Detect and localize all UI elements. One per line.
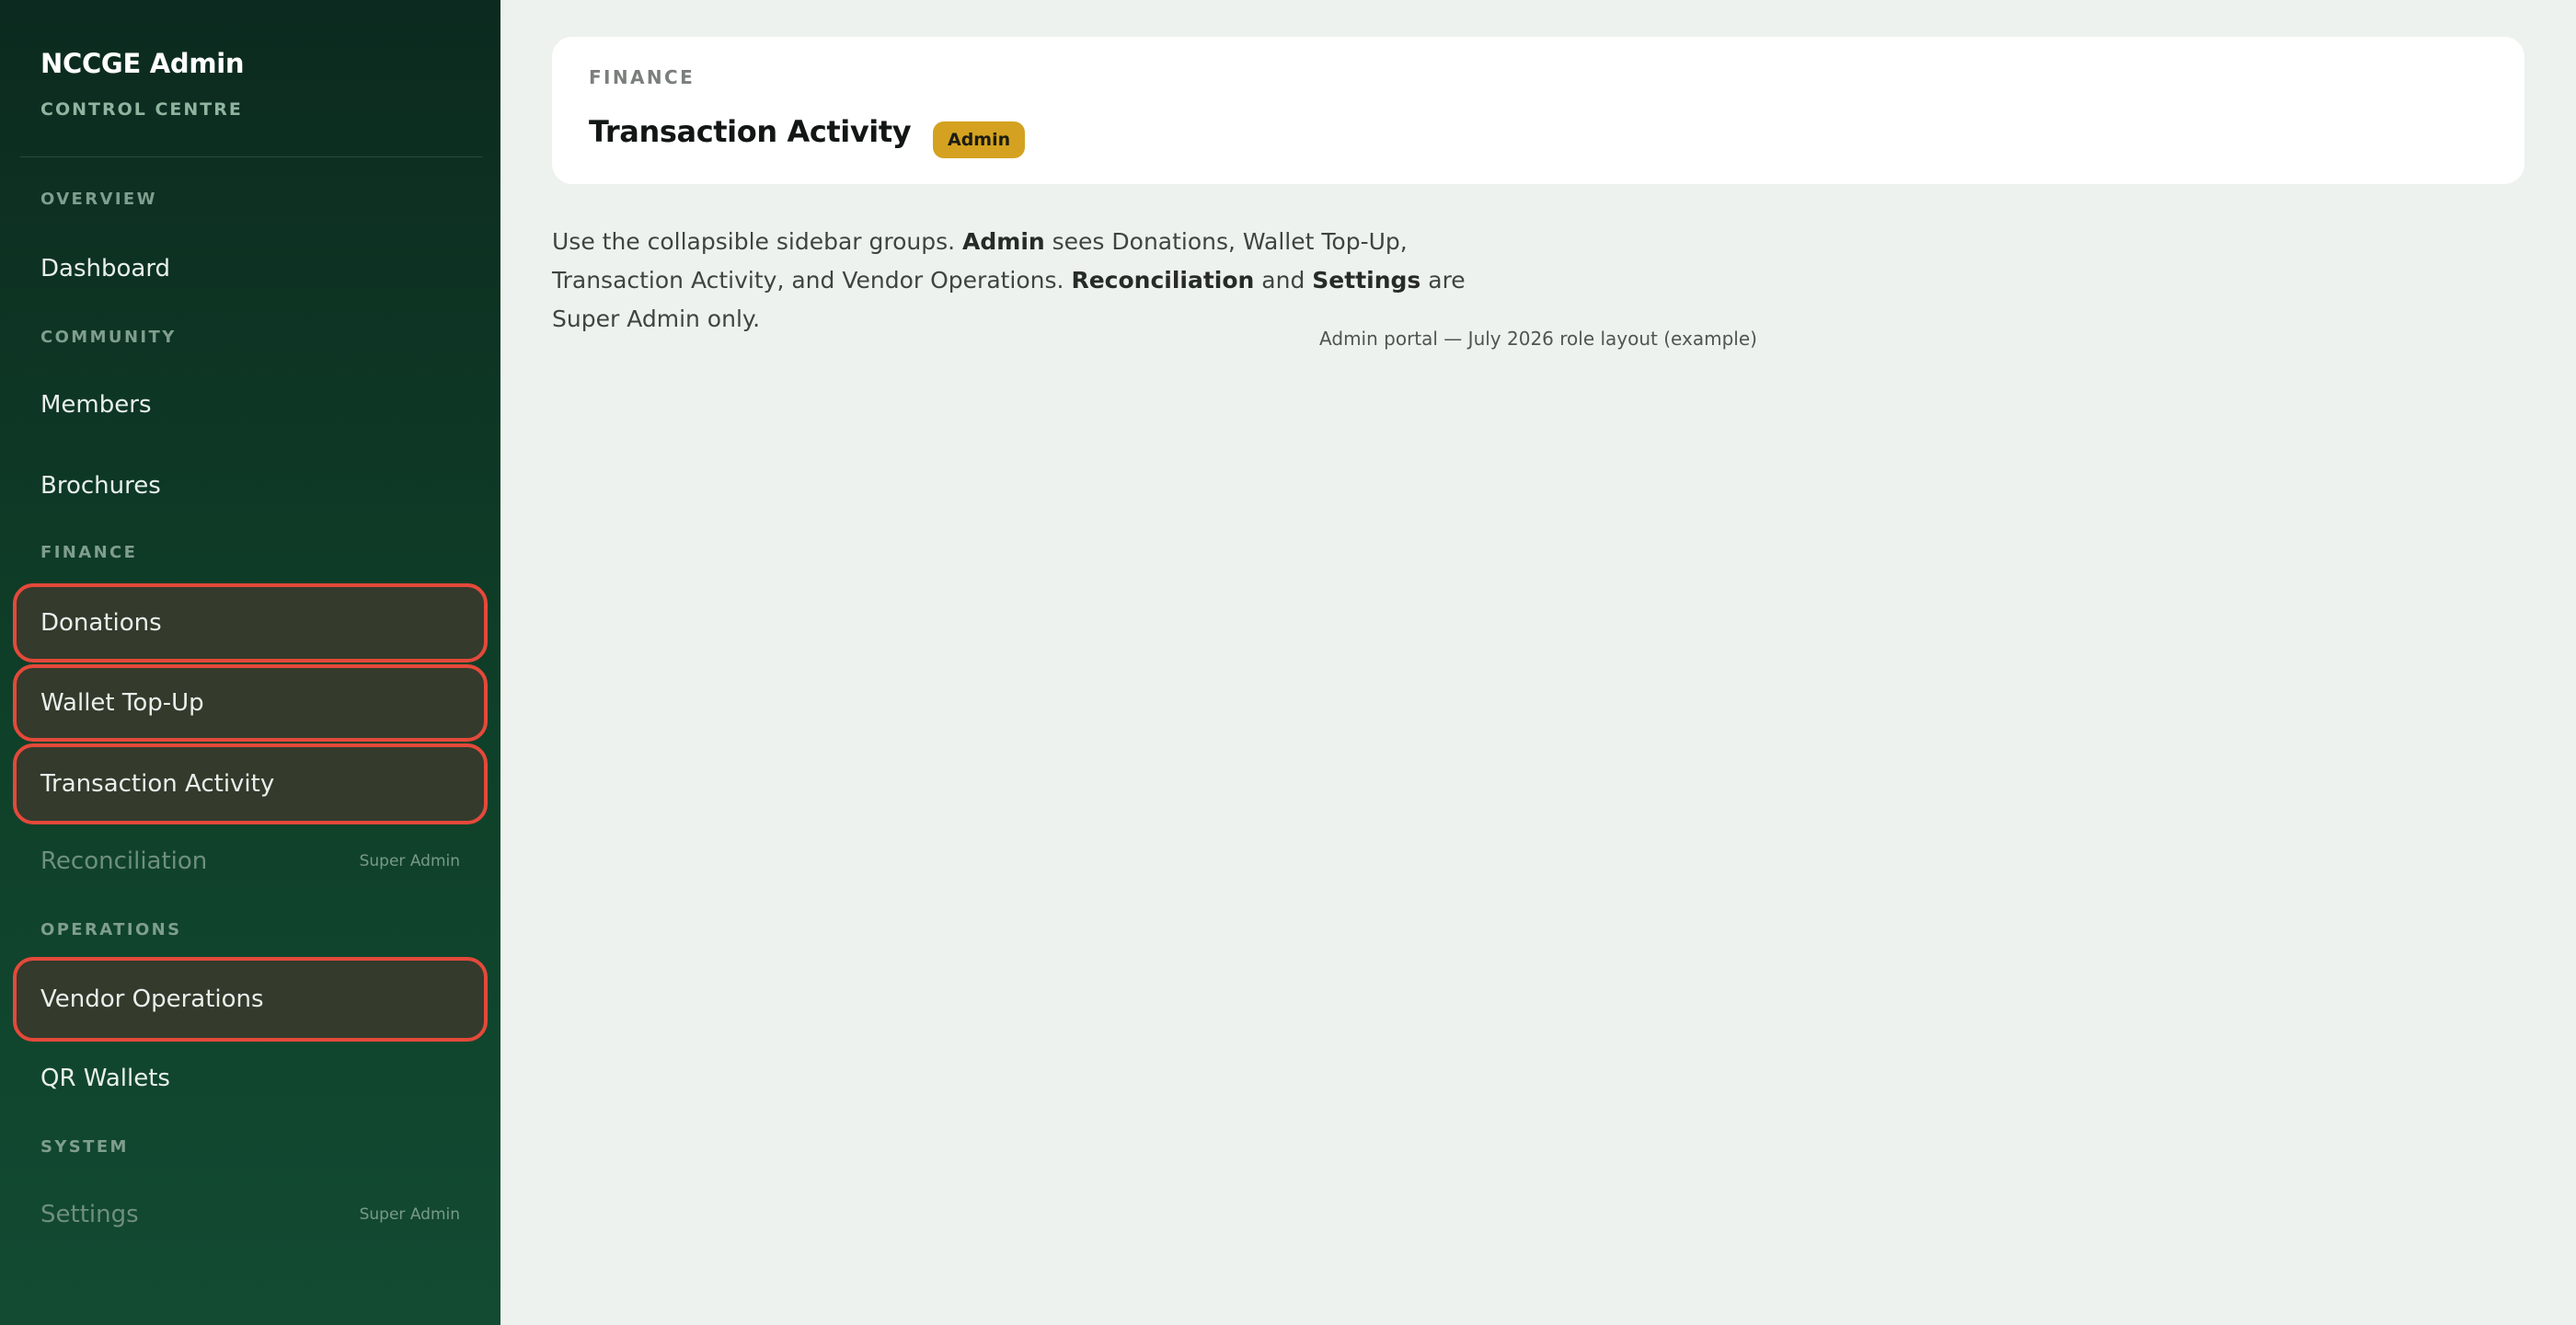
sidebar-item-transaction-activity[interactable]: Transaction Activity xyxy=(13,743,488,824)
description-text: Use the collapsible sidebar groups. xyxy=(552,228,963,255)
page-eyebrow: FINANCE xyxy=(589,66,696,88)
sidebar: NCCGE Admin CONTROL CENTRE OVERVIEW Dash… xyxy=(0,0,500,1325)
page-title: Transaction Activity xyxy=(589,114,912,149)
sidebar-item-wallet-topup[interactable]: Wallet Top-Up xyxy=(13,664,488,742)
page-description: Use the collapsible sidebar groups. Admi… xyxy=(552,223,1527,339)
brand-subtitle: CONTROL CENTRE xyxy=(40,99,243,120)
sidebar-item-reconciliation[interactable]: Reconciliation Super Admin xyxy=(13,823,488,900)
main-content: FINANCE Transaction Activity Admin Use t… xyxy=(500,0,2576,1325)
description-text: and xyxy=(1254,267,1313,294)
sidebar-item-label: Vendor Operations xyxy=(40,985,264,1013)
sidebar-item-label: Donations xyxy=(40,609,162,637)
section-label-community: COMMUNITY xyxy=(40,328,177,347)
sidebar-item-label: Dashboard xyxy=(40,255,171,282)
sidebar-item-dashboard[interactable]: Dashboard xyxy=(13,230,488,307)
brand-title: NCCGE Admin xyxy=(40,48,245,79)
sidebar-item-qr-wallets[interactable]: QR Wallets xyxy=(13,1040,488,1117)
role-restriction-note: Super Admin xyxy=(359,1205,460,1224)
sidebar-item-label: Reconciliation xyxy=(40,847,208,875)
description-emphasis: Reconciliation xyxy=(1071,267,1255,294)
sidebar-item-vendor-operations[interactable]: Vendor Operations xyxy=(13,957,488,1042)
sidebar-item-label: Transaction Activity xyxy=(40,770,275,798)
sidebar-item-label: Settings xyxy=(40,1201,139,1228)
sidebar-item-brochures[interactable]: Brochures xyxy=(13,447,488,524)
section-label-system: SYSTEM xyxy=(40,1137,129,1157)
sidebar-item-settings[interactable]: Settings Super Admin xyxy=(13,1176,488,1253)
sidebar-divider xyxy=(20,156,482,157)
sidebar-item-label: Brochures xyxy=(40,472,161,500)
sidebar-item-members[interactable]: Members xyxy=(13,366,488,444)
footer-note: Admin portal — July 2026 role layout (ex… xyxy=(1319,328,1757,350)
app-window: NCCGE Admin CONTROL CENTRE OVERVIEW Dash… xyxy=(0,0,2576,1325)
section-label-operations: OPERATIONS xyxy=(40,920,182,939)
page-header-card: FINANCE Transaction Activity Admin xyxy=(552,37,2524,184)
role-badge: Admin xyxy=(933,121,1026,158)
description-emphasis: Admin xyxy=(962,228,1045,255)
role-restriction-note: Super Admin xyxy=(359,852,460,870)
section-label-finance: FINANCE xyxy=(40,543,138,562)
sidebar-item-label: Members xyxy=(40,391,152,419)
section-label-overview: OVERVIEW xyxy=(40,190,157,209)
description-emphasis: Settings xyxy=(1312,267,1421,294)
sidebar-item-donations[interactable]: Donations xyxy=(13,583,488,662)
sidebar-item-label: Wallet Top-Up xyxy=(40,689,204,717)
sidebar-item-label: QR Wallets xyxy=(40,1065,170,1092)
